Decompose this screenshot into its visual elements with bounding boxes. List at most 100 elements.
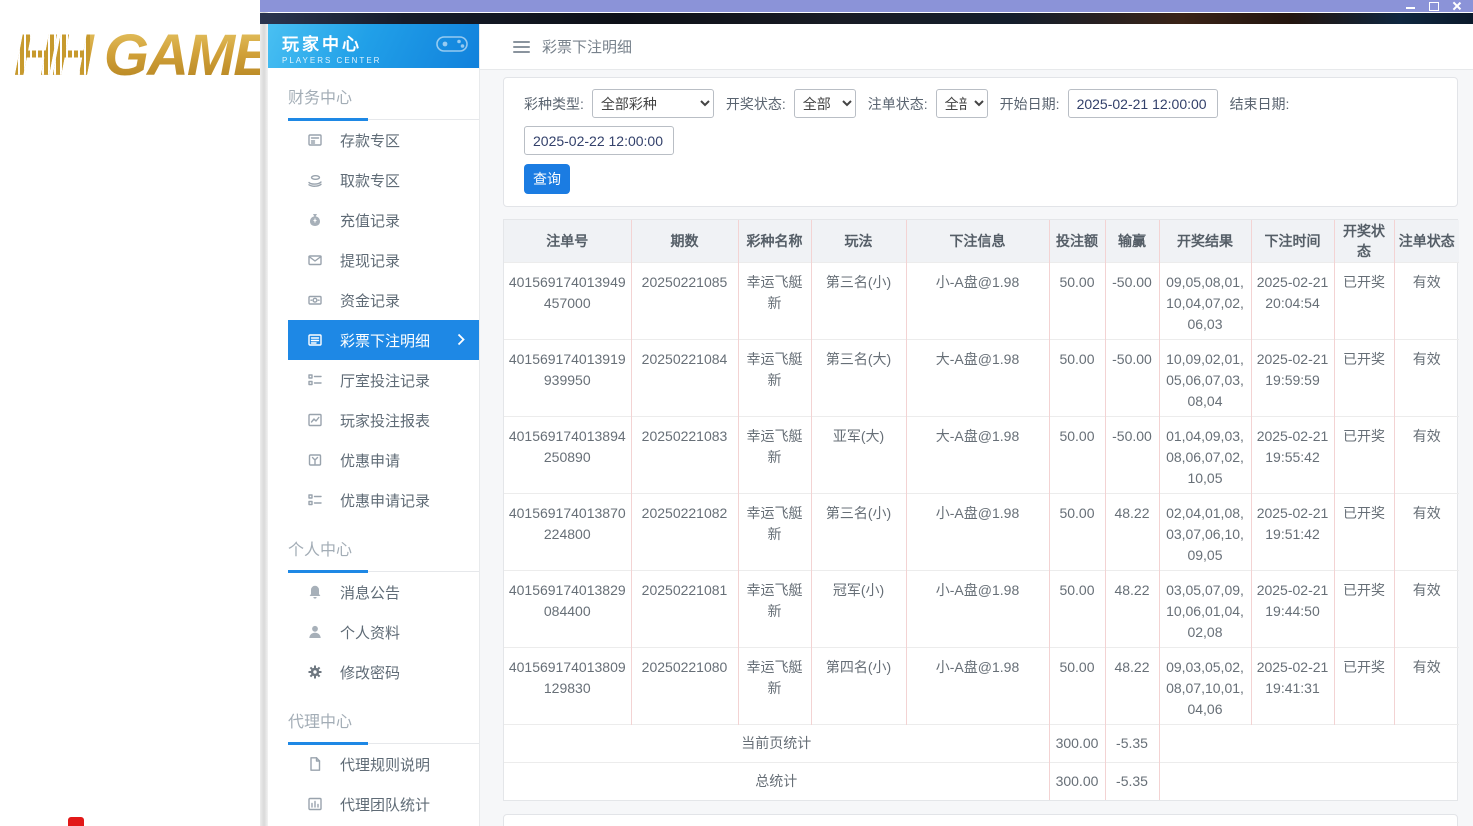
sidebar-item-recharge-records[interactable]: 充值记录 (288, 200, 479, 240)
team-stats-icon (308, 797, 322, 811)
sidebar-item-agent-team-stats[interactable]: 代理团队统计 (288, 784, 479, 824)
pagination-bar: 每页显示20条 共6条 首页 上一页 [1] 下一页 第 页 跳转 (503, 814, 1458, 826)
col-draw-result: 开奖结果 (1158, 220, 1251, 262)
draw-status-select[interactable]: 全部 (793, 89, 856, 118)
sidebar-item-hall-bet-records[interactable]: 厅室投注记录 (288, 360, 479, 400)
cell-bet-time: 2025-02-21 19:44:50 (1250, 569, 1334, 647)
sidebar-item-agent-rules[interactable]: 代理规则说明 (288, 744, 479, 784)
cell-bet-info: 小-A盘@1.98 (905, 569, 1049, 647)
sidebar-item-announcements[interactable]: 消息公告 (288, 572, 479, 612)
page-title: 彩票下注明细 (542, 39, 633, 56)
lottery-type-select[interactable]: 全部彩种 (591, 89, 714, 118)
background-page: HH GAME (0, 0, 260, 826)
table-row: 401569174013829084400 20250221081 幸运飞艇新 … (504, 569, 1459, 647)
end-date-label: 结束日期: (1229, 95, 1290, 112)
cell-draw-result: 03,05,07,09,10,06,01,04,02,08 (1158, 569, 1251, 647)
sidebar-item-promo-records[interactable]: 优惠申请记录 (288, 480, 479, 520)
cell-bet-amount: 50.00 (1048, 261, 1105, 339)
sidebar-item-label: 代理规则说明 (340, 756, 431, 774)
page-summary-empty (1158, 723, 1459, 762)
close-icon[interactable] (1452, 2, 1461, 10)
sidebar-item-profile[interactable]: 个人资料 (288, 612, 479, 652)
sidebar-header: 玩家中心 PLAYERS CENTER (268, 24, 479, 68)
player-bet-report-icon (308, 413, 322, 427)
minimize-icon[interactable] (1406, 2, 1415, 10)
cell-lottery-name: 幸运飞艇新 (737, 569, 811, 647)
cell-draw-status: 已开奖 (1333, 646, 1394, 724)
start-date-input[interactable] (1067, 89, 1218, 118)
sidebar-item-label: 消息公告 (340, 584, 401, 602)
cell-bet-time: 2025-02-21 20:04:54 (1250, 261, 1334, 339)
cell-draw-result: 02,04,01,08,03,07,06,10,09,05 (1158, 492, 1251, 570)
sidebar-item-deposit[interactable]: 存款专区 (288, 120, 479, 160)
section-finance-center: 财务中心 (288, 84, 479, 121)
sidebar-item-withdrawal-records[interactable]: 提现记录 (288, 240, 479, 280)
sidebar-item-withdraw[interactable]: 取款专区 (288, 160, 479, 200)
table-header-row: 注单号 期数 彩种名称 玩法 下注信息 投注额 输赢 开奖结果 下注时间 开奖状… (504, 220, 1459, 262)
cell-order-status: 有效 (1393, 415, 1459, 493)
end-date-input[interactable] (524, 126, 674, 155)
bet-details-table: 注单号 期数 彩种名称 玩法 下注信息 投注额 输赢 开奖结果 下注时间 开奖状… (503, 219, 1459, 801)
logo-hh: HH (14, 23, 94, 88)
sidebar-item-promo-apply[interactable]: 优惠申请 (288, 440, 479, 480)
table-row-total-summary: 总统计 300.00 -5.35 (504, 761, 1459, 800)
cell-bet-id: 401569174013949457000 (504, 261, 631, 339)
cell-period: 20250221084 (630, 338, 738, 416)
col-bet-time: 下注时间 (1250, 220, 1334, 262)
table-row: 401569174013949457000 20250221085 幸运飞艇新 … (504, 261, 1459, 339)
sidebar-item-label: 修改密码 (340, 664, 401, 682)
table-row: 401569174013919939950 20250221084 幸运飞艇新 … (504, 338, 1459, 416)
hamburger-icon[interactable] (513, 40, 530, 53)
screen: HH GAME 玩家中心 PLAYERS CENTER 财务中心 存款专区 取款… (0, 0, 1473, 826)
cell-draw-status: 已开奖 (1333, 338, 1394, 416)
section-agent-center: 代理中心 (288, 708, 479, 745)
cell-period: 20250221080 (630, 646, 738, 724)
sidebar-item-label: 优惠申请 (340, 452, 401, 470)
sidebar-item-bet-details[interactable]: 彩票下注明细 (288, 320, 479, 360)
sidebar-item-label: 取款专区 (340, 172, 401, 190)
players-center-subtitle: PLAYERS CENTER (282, 56, 382, 65)
col-draw-status: 开奖状态 (1333, 220, 1394, 262)
search-button[interactable]: 查询 (524, 164, 570, 194)
col-bet-id: 注单号 (504, 220, 631, 262)
total-summary-win-loss: -5.35 (1104, 761, 1159, 800)
recharge-records-icon (310, 214, 320, 226)
sidebar-item-player-bet-report[interactable]: 玩家投注报表 (288, 400, 479, 440)
profile-icon (309, 625, 321, 638)
sidebar-item-funds-records[interactable]: 资金记录 (288, 280, 479, 320)
window-titlebar (260, 0, 1473, 12)
sidebar-item-label: 厅室投注记录 (340, 372, 431, 390)
cell-bet-id: 401569174013809129830 (504, 646, 631, 724)
cell-draw-result: 09,03,05,02,08,07,10,01,04,06 (1158, 646, 1251, 724)
sidebar: 玩家中心 PLAYERS CENTER 财务中心 存款专区 取款专区 充值记录 … (268, 24, 480, 826)
total-summary-empty (1158, 761, 1459, 800)
cell-lottery-name: 幸运飞艇新 (737, 492, 811, 570)
cell-draw-status: 已开奖 (1333, 492, 1394, 570)
gear-icon (308, 665, 322, 679)
sidebar-item-label: 代理团队统计 (340, 796, 431, 814)
sidebar-item-label: 优惠申请记录 (340, 492, 431, 510)
cell-bet-time: 2025-02-21 19:55:42 (1250, 415, 1334, 493)
cell-bet-time: 2025-02-21 19:59:59 (1250, 338, 1334, 416)
chevron-right-icon (457, 333, 465, 346)
cell-bet-info: 大-A盘@1.98 (905, 338, 1049, 416)
cell-play-type: 亚军(大) (810, 415, 906, 493)
cell-bet-id: 401569174013870224800 (504, 492, 631, 570)
withdraw-icon (308, 175, 322, 187)
maximize-icon[interactable] (1429, 2, 1439, 11)
cell-draw-status: 已开奖 (1333, 569, 1394, 647)
cell-period: 20250221085 (630, 261, 738, 339)
cell-bet-amount: 50.00 (1048, 492, 1105, 570)
order-status-select[interactable]: 全部 (935, 89, 988, 118)
cell-lottery-name: 幸运飞艇新 (737, 415, 811, 493)
bet-details-icon (308, 334, 322, 346)
start-date-label: 开始日期: (999, 95, 1060, 112)
cell-bet-info: 小-A盘@1.98 (905, 492, 1049, 570)
sidebar-item-change-password[interactable]: 修改密码 (288, 652, 479, 692)
gamepad-icon (436, 36, 468, 52)
page-summary-win-loss: -5.35 (1104, 723, 1159, 762)
sidebar-item-label: 玩家投注报表 (340, 412, 431, 430)
promo-records-icon (308, 494, 322, 506)
background-scrollbar[interactable] (260, 0, 268, 826)
cell-bet-id: 401569174013894250890 (504, 415, 631, 493)
